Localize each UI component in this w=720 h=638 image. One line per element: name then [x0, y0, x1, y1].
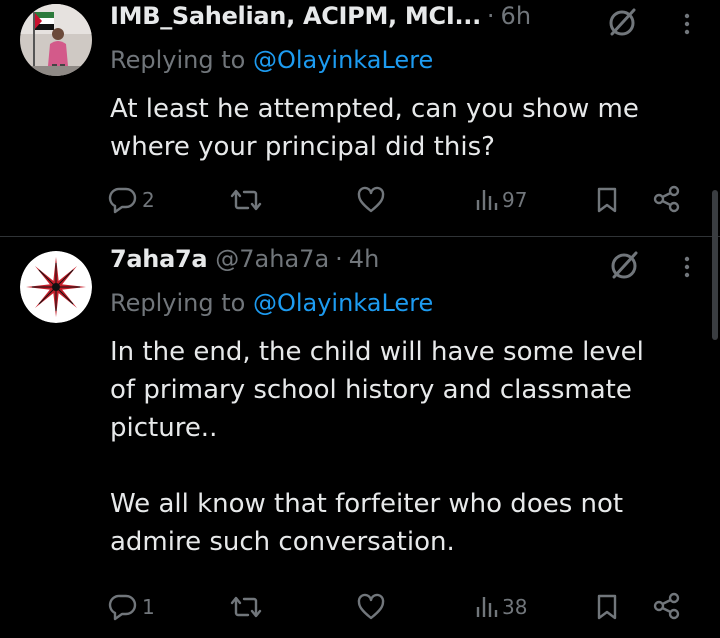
retweet-icon [230, 189, 262, 211]
views-button[interactable]: 97 [474, 186, 527, 214]
views-count: 38 [502, 595, 528, 619]
bookmark-icon [597, 187, 617, 213]
username[interactable]: @7aha7a [215, 245, 329, 273]
reply-button[interactable]: 2 [108, 186, 155, 214]
tweet-text: At least he attempted, can you show me w… [110, 94, 639, 162]
action-bar: 1 38 [0, 589, 720, 625]
mention-link[interactable]: @OlayinkaLere [253, 289, 433, 317]
views-icon [476, 190, 498, 210]
share-icon [653, 185, 680, 213]
grok-icon[interactable] [606, 247, 642, 283]
action-bar: 2 97 [0, 182, 720, 218]
replying-to: Replying to @OlayinkaLere [110, 46, 433, 74]
bookmark-icon [597, 594, 617, 620]
share-icon [653, 592, 680, 620]
bookmark-button[interactable] [596, 593, 618, 621]
replying-prefix: Replying to [110, 46, 246, 74]
mention-link[interactable]: @OlayinkaLere [253, 46, 433, 74]
avatar[interactable] [20, 4, 92, 76]
user-photo-avatar-icon [20, 4, 92, 76]
reply-icon [108, 187, 137, 214]
views-icon [476, 597, 498, 617]
tweet[interactable]: IMB_Sahelian, ACIPM, MCI... · 6h Replyin… [0, 0, 720, 236]
bookmark-button[interactable] [596, 186, 618, 214]
compass-star-avatar-icon [20, 251, 92, 323]
tweet[interactable]: 7aha7a @7aha7a · 4h Replying to @Olayink… [0, 237, 720, 638]
views-count: 97 [502, 188, 528, 212]
more-icon[interactable] [680, 6, 694, 42]
retweet-button[interactable] [230, 186, 266, 214]
tweet-text: In the end, the child will have some lev… [110, 337, 644, 557]
more-icon[interactable] [680, 249, 694, 285]
like-icon [357, 593, 385, 620]
reply-button[interactable]: 1 [108, 593, 155, 621]
timestamp[interactable]: 4h [349, 245, 379, 273]
like-button[interactable] [356, 593, 390, 621]
separator-dot: · [335, 245, 343, 273]
tweet-header: 7aha7a @7aha7a · 4h [110, 245, 620, 273]
reply-count: 2 [142, 188, 155, 212]
avatar[interactable] [20, 251, 92, 323]
replying-prefix: Replying to [110, 289, 246, 317]
scrollbar[interactable] [712, 190, 718, 340]
retweet-icon [230, 596, 262, 618]
like-button[interactable] [356, 186, 390, 214]
share-button[interactable] [652, 184, 682, 214]
replying-to: Replying to @OlayinkaLere [110, 289, 433, 317]
views-button[interactable]: 38 [474, 593, 527, 621]
like-icon [357, 186, 385, 213]
tweet-header: IMB_Sahelian, ACIPM, MCI... · 6h [110, 2, 620, 30]
share-button[interactable] [652, 591, 682, 621]
timestamp[interactable]: 6h [501, 2, 531, 30]
separator-dot: · [486, 2, 495, 30]
display-name[interactable]: 7aha7a [110, 245, 208, 273]
grok-icon[interactable] [604, 4, 640, 40]
retweet-button[interactable] [230, 593, 266, 621]
display-name[interactable]: IMB_Sahelian, ACIPM, MCI... [110, 2, 481, 30]
reply-count: 1 [142, 595, 155, 619]
reply-icon [108, 594, 137, 621]
